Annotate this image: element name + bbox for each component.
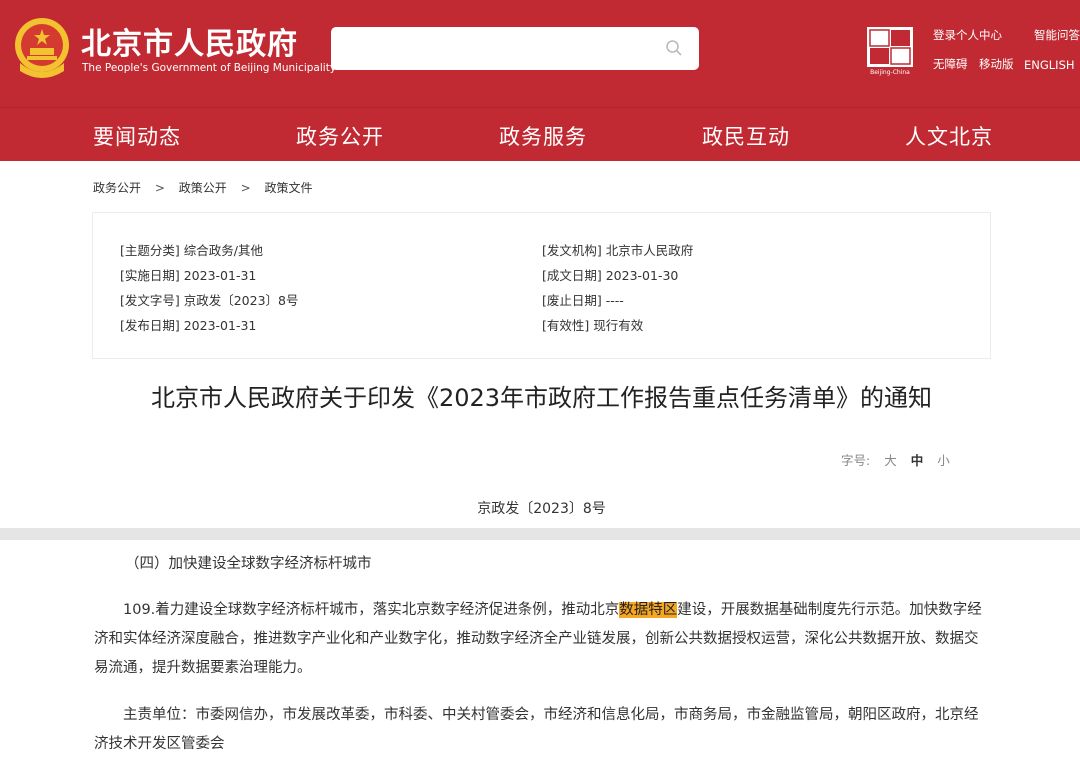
login-link[interactable]: 登录个人中心: [933, 27, 1002, 43]
meta-effective-date: [实施日期] 2023-01-31: [120, 268, 257, 283]
font-size-label: 字号:: [841, 453, 871, 468]
font-size-medium-button[interactable]: 中: [911, 453, 924, 468]
font-size-small-button[interactable]: 小: [937, 453, 950, 468]
breadcrumb-item[interactable]: 政务公开: [93, 181, 141, 195]
mobile-link[interactable]: 移动版: [979, 56, 1014, 72]
main-nav: 要闻动态 政务公开 政务服务 政民互动 人文北京: [0, 107, 1080, 161]
meta-doc-number: [发文字号] 京政发〔2023〕8号: [120, 293, 299, 308]
meta-validity: [有效性] 现行有效: [542, 318, 644, 333]
capital-logo-icon[interactable]: Beijing-China: [866, 26, 914, 76]
nav-item-open-gov[interactable]: 政务公开: [296, 121, 384, 151]
national-emblem-icon[interactable]: [12, 15, 72, 81]
language-label: ENGLISH: [1024, 58, 1075, 72]
body-paragraph: 主责单位：市委网信办，市发展改革委，市科委、中关村管委会，市经济和信息化局，市商…: [94, 701, 989, 759]
page-title: 北京市人民政府关于印发《2023年市政府工作报告重点任务清单》的通知: [150, 384, 933, 412]
site-header: 北京市人民政府 The People's Government of Beiji…: [0, 0, 1080, 107]
meta-topic: [主题分类] 综合政务/其他: [120, 243, 263, 258]
meta-written-date: [成文日期] 2023-01-30: [542, 268, 679, 283]
site-name-english[interactable]: The People's Government of Beijing Munic…: [82, 62, 336, 74]
document-meta-box: [主题分类] 综合政务/其他 [发文机构] 北京市人民政府 [实施日期] 202…: [92, 212, 991, 359]
nav-item-news[interactable]: 要闻动态: [93, 121, 181, 151]
search-highlight: 数据特区: [619, 602, 678, 618]
smart-qa-link[interactable]: 智能问答: [1034, 27, 1080, 43]
nav-item-services[interactable]: 政务服务: [499, 121, 587, 151]
font-size-controls: 字号: 大 中 小: [841, 450, 950, 469]
nav-item-interaction[interactable]: 政民互动: [702, 121, 790, 151]
meta-expiry-date: [废止日期] ----: [542, 293, 624, 308]
search-input[interactable]: [331, 27, 699, 70]
paragraph-text: 109.着力建设全球数字经济标杆城市，落实北京数字经济促进条例，推动北京: [123, 602, 620, 618]
breadcrumb-item[interactable]: 政策文件: [264, 181, 312, 195]
meta-publish-date: [发布日期] 2023-01-31: [120, 318, 257, 333]
body-paragraph: 109.着力建设全球数字经济标杆城市，落实北京数字经济促进条例，推动北京数据特区…: [94, 596, 989, 683]
breadcrumb-item[interactable]: 政策公开: [179, 181, 227, 195]
section-heading: （四）加快建设全球数字经济标杆城市: [125, 556, 372, 572]
breadcrumb-separator: >: [154, 181, 165, 195]
meta-issuer: [发文机构] 北京市人民政府: [542, 243, 694, 258]
section-divider: [0, 528, 1080, 540]
document-number: 京政发〔2023〕8号: [477, 501, 606, 517]
accessible-link[interactable]: 无障碍: [933, 56, 968, 72]
breadcrumb-separator: >: [240, 181, 251, 195]
language-select[interactable]: ENGLISH ▼: [1024, 58, 1080, 72]
search-icon[interactable]: [665, 39, 683, 57]
site-name[interactable]: 北京市人民政府: [81, 19, 298, 63]
capital-logo-caption: Beijing-China: [870, 69, 910, 76]
nav-item-culture[interactable]: 人文北京: [905, 121, 993, 151]
paragraph-text: 主责单位：市委网信办，市发展改革委，市科委、中关村管委会，市经济和信息化局，市商…: [94, 707, 979, 752]
breadcrumb: 政务公开 > 政策公开 > 政策文件: [93, 179, 322, 196]
font-size-large-button[interactable]: 大: [884, 453, 897, 468]
